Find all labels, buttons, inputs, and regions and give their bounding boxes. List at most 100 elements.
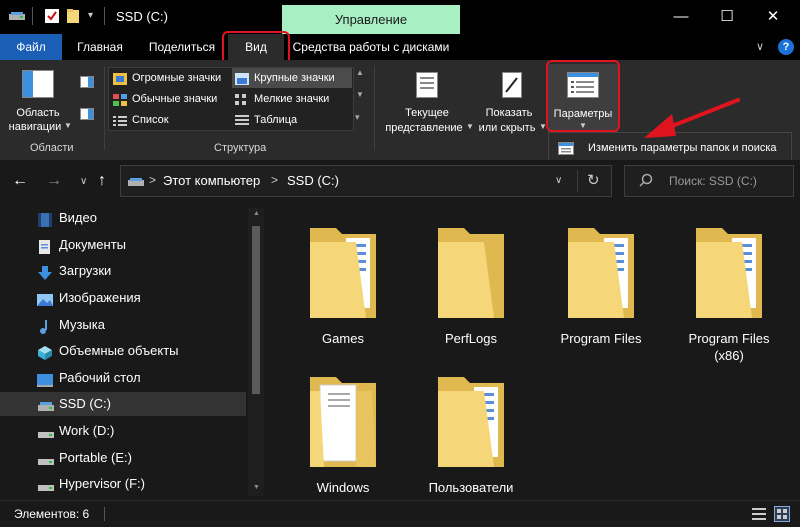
nav-item-documents[interactable]: Документы	[0, 233, 246, 257]
address-dropdown-icon[interactable]: ∨	[555, 175, 562, 186]
drive-icon	[37, 424, 54, 438]
small-icons-icon	[235, 93, 249, 105]
tab-file[interactable]: Файл	[0, 34, 62, 60]
gallery-more-icon[interactable]: ▾	[355, 112, 360, 123]
video-icon	[37, 211, 53, 227]
refresh-icon[interactable]: ↻	[587, 171, 600, 189]
highlight-options-button	[546, 60, 620, 132]
drive-icon	[37, 451, 54, 465]
close-button[interactable]: ✕	[750, 6, 796, 28]
chevron-down-icon: ▼	[466, 122, 474, 131]
current-view-label-1: Текущее	[405, 107, 449, 119]
divider	[32, 7, 33, 25]
nav-item-3d-objects[interactable]: Объемные объекты	[0, 339, 246, 363]
folder-documents-icon	[696, 228, 762, 318]
tab-disk-tools[interactable]: Средства работы с дисками	[288, 34, 454, 60]
folder-label: PerfLogs	[444, 331, 498, 346]
preview-pane-icon[interactable]	[80, 76, 94, 88]
layout-item-label: Обычные значки	[132, 93, 218, 105]
tab-home[interactable]: Главная	[66, 34, 134, 60]
forward-button[interactable]: →	[46, 172, 62, 190]
nav-item-hypervisor-f[interactable]: Hypervisor (F:)	[0, 472, 246, 496]
current-view-button[interactable]: Текущее представление ▼	[380, 64, 474, 134]
breadcrumb-separator[interactable]: >	[149, 173, 156, 187]
layout-large-icons[interactable]: Крупные значки	[232, 68, 352, 88]
nav-item-downloads[interactable]: Загрузки	[0, 259, 246, 283]
folder-program-files[interactable]: Program Files	[546, 212, 656, 352]
tab-share[interactable]: Поделиться	[138, 34, 226, 60]
nav-item-work-d[interactable]: Work (D:)	[0, 419, 246, 443]
details-pane-icon[interactable]	[80, 108, 94, 120]
maximize-button[interactable]: ☐	[704, 6, 750, 28]
back-button[interactable]: ←	[12, 172, 28, 190]
nav-item-label: Work (D:)	[59, 423, 115, 438]
folder-documents-icon	[568, 228, 634, 318]
nav-item-ssd-c[interactable]: SSD (C:)	[0, 392, 246, 416]
layout-list[interactable]: Список	[110, 110, 228, 130]
folder-label: Пользователи	[428, 480, 514, 495]
layout-item-label: Крупные значки	[254, 72, 335, 84]
download-icon	[37, 264, 53, 280]
scroll-up-icon[interactable]: ▲	[253, 210, 260, 217]
qat-dropdown-icon[interactable]: ▾	[88, 10, 93, 21]
window-title: SSD (C:)	[116, 9, 168, 24]
gallery-scroll-up-icon[interactable]: ▲	[356, 68, 364, 77]
properties-icon[interactable]	[44, 8, 60, 24]
nav-item-label: Объемные объекты	[59, 343, 179, 358]
details-view-icon[interactable]	[752, 507, 766, 521]
nav-item-desktop[interactable]: Рабочий стол	[0, 366, 246, 390]
folder-games[interactable]: Games	[288, 212, 398, 352]
scroll-down-icon[interactable]: ▼	[253, 484, 260, 491]
nav-item-videos[interactable]: Видео	[0, 206, 246, 230]
nav-item-label: Hypervisor (F:)	[59, 476, 145, 491]
gallery-scroll-down-icon[interactable]: ▼	[356, 90, 364, 99]
nav-scrollbar[interactable]: ▲ ▼	[248, 208, 264, 496]
scroll-thumb[interactable]	[252, 226, 260, 394]
folder-perflogs[interactable]: PerfLogs	[416, 212, 526, 352]
show-hide-label-2: или скрыть	[478, 122, 536, 134]
folder-program-files-x86[interactable]: Program Files (x86)	[674, 212, 784, 363]
chevron-down-icon: ▼	[64, 121, 72, 130]
nav-pane-button[interactable]: Область навигации ▼	[6, 66, 72, 142]
large-icons-view-icon[interactable]	[774, 506, 790, 522]
nav-item-label: Portable (E:)	[59, 450, 132, 465]
breadcrumb-separator[interactable]: >	[271, 173, 278, 187]
drive-icon	[127, 177, 145, 188]
new-folder-icon[interactable]	[66, 8, 80, 24]
ribbon-tabs: Файл Главная Поделиться Вид Средства раб…	[0, 34, 800, 60]
layout-extra-large-icons[interactable]: Огромные значки	[110, 68, 228, 88]
folder-users[interactable]: Пользователи	[416, 361, 526, 501]
breadcrumb-this-pc[interactable]: Этот компьютер	[163, 173, 260, 188]
nav-item-label: SSD (C:)	[59, 396, 111, 411]
table-icon	[235, 114, 249, 126]
divider	[104, 507, 105, 521]
address-box[interactable]: > Этот компьютер > SSD (C:) ∨ ↻	[120, 165, 612, 197]
nav-item-label: Музыка	[59, 317, 105, 332]
nav-item-pictures[interactable]: Изображения	[0, 286, 246, 310]
status-bar: Элементов: 6	[0, 500, 800, 527]
manage-context-tab[interactable]: Управление	[282, 5, 460, 34]
nav-item-label: Видео	[59, 210, 97, 225]
nav-item-portable-e[interactable]: Portable (E:)	[0, 446, 246, 470]
divider	[374, 66, 375, 150]
minimize-button[interactable]: —	[658, 6, 704, 28]
layout-item-label: Список	[132, 114, 169, 126]
large-icons-icon	[235, 72, 249, 85]
show-hide-icon	[502, 72, 522, 98]
nav-item-music[interactable]: Музыка	[0, 313, 246, 337]
help-icon[interactable]: ?	[778, 39, 794, 55]
up-button[interactable]: ↑	[98, 172, 106, 190]
layout-small-icons[interactable]: Мелкие значки	[232, 89, 352, 109]
recent-dropdown-icon[interactable]: ∨	[80, 176, 87, 187]
folder-options-icon	[558, 141, 574, 155]
chevron-down-icon[interactable]: ∨	[756, 40, 764, 53]
layout-medium-icons[interactable]: Обычные значки	[110, 89, 228, 109]
folder-windows[interactable]: Windows	[288, 361, 398, 501]
nav-pane-label-1: Область	[16, 107, 60, 119]
music-icon	[37, 318, 53, 334]
layout-details[interactable]: Таблица	[232, 110, 352, 130]
search-box[interactable]: Поиск: SSD (C:)	[624, 165, 794, 197]
layout-group-label: Структура	[214, 142, 267, 154]
breadcrumb-ssd[interactable]: SSD (C:)	[287, 173, 339, 188]
show-hide-button[interactable]: Показать или скрыть ▼	[476, 64, 547, 134]
